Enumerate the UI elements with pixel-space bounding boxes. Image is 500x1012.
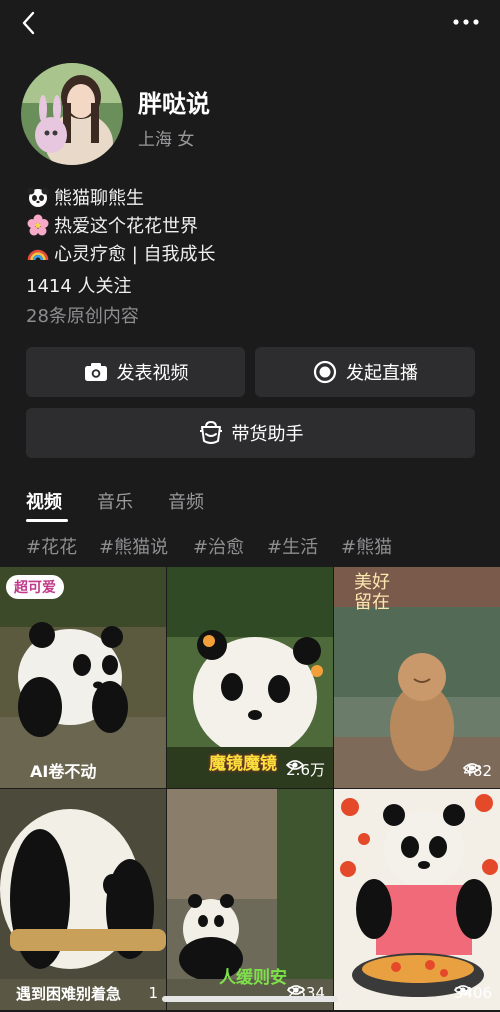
video-thumbnail-6[interactable]: 3406 <box>334 789 500 1010</box>
live-record-icon <box>312 359 338 385</box>
video-4-caption-text: 遇到困难别着急 <box>16 985 122 1003</box>
tab-video[interactable]: 视频 <box>26 488 62 514</box>
top-bar <box>0 0 500 50</box>
back-arrow-icon[interactable] <box>14 8 44 38</box>
tab-audio[interactable]: 音频 <box>168 488 204 514</box>
hashtag-life[interactable]: #生活 <box>267 533 318 559</box>
bio-line-2: 热爱这个花花世界 <box>26 212 198 238</box>
eye-icon <box>286 760 305 770</box>
video-3-caption: 美好留在 <box>354 572 390 613</box>
eye-icon <box>286 985 305 995</box>
rainbow-icon <box>26 241 50 265</box>
view-count: 1 <box>148 984 158 1002</box>
start-live-label: 发起直播 <box>346 363 418 384</box>
active-tab-indicator <box>26 519 68 522</box>
video-thumbnail-1[interactable]: 超可爱 AI卷不动 <box>0 567 166 788</box>
sales-assistant-button[interactable]: 带货助手 <box>26 408 475 458</box>
original-content-count: 28条原创内容 <box>26 306 139 327</box>
bio-line-1: 熊猫聊熊生 <box>26 184 144 210</box>
panda-emoji-icon <box>26 185 50 209</box>
profile-location: 上海 女 <box>138 130 195 150</box>
video-4-caption: 遇到困难别着急 <box>16 983 121 1004</box>
start-live-button[interactable]: 发起直播 <box>255 347 475 397</box>
follower-count[interactable]: 1414 人关注 <box>26 272 132 298</box>
camera-icon <box>83 359 109 385</box>
more-options-icon[interactable] <box>452 12 480 32</box>
eye-icon <box>463 763 482 773</box>
video-1-sticker: 超可爱 <box>6 575 64 599</box>
video-1-caption: AI卷不动 <box>30 762 97 781</box>
video-thumbnail-4[interactable]: 遇到困难别着急 1 <box>0 789 166 1010</box>
hashtag-flowers[interactable]: #花花 <box>26 533 77 559</box>
hashtag-panda[interactable]: #熊猫 <box>341 533 392 559</box>
post-video-label: 发表视频 <box>116 363 189 384</box>
hashtag-healing[interactable]: #治愈 <box>193 533 244 559</box>
sales-assistant-label: 带货助手 <box>231 424 304 445</box>
video-2-caption: 魔镜魔镜 <box>209 754 277 774</box>
video-5-caption: 人缓则安 <box>219 968 287 988</box>
video-thumbnail-3[interactable]: 美好留在 482 <box>334 567 500 788</box>
cherry-blossom-icon <box>26 213 50 237</box>
profile-name: 胖哒说 <box>138 90 210 118</box>
home-indicator[interactable] <box>162 996 338 1002</box>
bio-text: 热爱这个花花世界 <box>54 216 198 237</box>
tab-music[interactable]: 音乐 <box>97 488 133 514</box>
video-6-views: 3406 <box>453 984 492 1002</box>
avatar[interactable] <box>21 63 123 165</box>
video-2-views: 2.6万 <box>286 759 325 780</box>
video-grid: 超可爱 AI卷不动 魔镜魔镜 2.6万 美好留在 482 遇到困难别着急 1 人… <box>0 567 500 1012</box>
bio-text: 心灵疗愈 | 自我成长 <box>54 244 216 265</box>
hashtag-panda-says[interactable]: #熊猫说 <box>99 533 168 559</box>
eye-icon <box>453 985 472 995</box>
video-3-views: 482 <box>463 762 492 780</box>
bio-line-3: 心灵疗愈 | 自我成长 <box>26 240 216 266</box>
video-4-views: 1 <box>148 984 158 1002</box>
shopping-assistant-icon <box>198 420 224 446</box>
video-thumbnail-5[interactable]: 人缓则安 2334 <box>167 789 333 1010</box>
post-video-button[interactable]: 发表视频 <box>26 347 245 397</box>
video-thumbnail-2[interactable]: 魔镜魔镜 2.6万 <box>167 567 333 788</box>
bio-text: 熊猫聊熊生 <box>54 188 144 209</box>
